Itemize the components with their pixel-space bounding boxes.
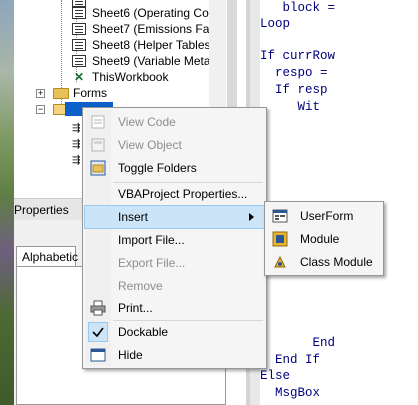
worksheet-icon — [72, 0, 86, 7]
tree-item-label: Sheet6 (Operating Cost) — [92, 6, 209, 20]
menu-item-label: Print... — [118, 301, 153, 315]
collapse-icon[interactable]: − — [36, 105, 45, 114]
checkmark-icon — [88, 322, 108, 342]
menu-item-view-code[interactable]: View Code — [85, 111, 264, 133]
tree-item-label: Sheet8 (Helper Tables) — [92, 38, 209, 52]
menu-item-label: Export File... — [118, 256, 186, 270]
excel-workbook-icon: ✕ — [73, 70, 85, 84]
menu-item-label: Import File... — [118, 233, 185, 247]
view-code-icon — [90, 114, 106, 130]
menu-item-label: Class Module — [300, 255, 373, 269]
userform-icon — [272, 208, 288, 224]
tree-folder-forms[interactable]: + Forms — [36, 85, 156, 101]
view-object-icon — [90, 137, 106, 153]
class-module-icon — [272, 254, 288, 270]
menu-item-vbaproject-properties[interactable]: VBAProject Properties... — [85, 183, 264, 205]
code-line: Wit — [260, 100, 321, 114]
tree-item-label: Sheet9 (Variable Meta-a — [92, 54, 209, 68]
printer-icon — [90, 300, 106, 316]
menu-item-label: VBAProject Properties... — [118, 187, 248, 201]
expand-icon[interactable]: + — [36, 89, 45, 98]
menu-item-label: Module — [300, 232, 340, 246]
menu-item-label: Toggle Folders — [118, 161, 197, 175]
menu-item-export-file[interactable]: Export File... — [85, 252, 264, 274]
worksheet-icon — [72, 55, 86, 67]
menu-item-print[interactable]: Print... — [85, 297, 264, 319]
menu-item-hide[interactable]: Hide — [85, 344, 264, 366]
menu-item-label: Remove — [118, 279, 163, 293]
hide-window-icon — [90, 347, 106, 363]
menu-item-toggle-folders[interactable]: Toggle Folders — [85, 157, 264, 179]
worksheet-icon — [72, 7, 86, 19]
code-line: MsgBox — [260, 386, 321, 400]
menu-item-label: Dockable — [118, 325, 169, 339]
tree-item-label: Sheet7 (Emissions Facto — [92, 22, 209, 36]
folder-icon — [53, 88, 69, 99]
menu-item-label: Insert — [118, 210, 149, 224]
menu-item-import-file[interactable]: Import File... — [85, 229, 264, 251]
worksheet-icon — [72, 23, 86, 35]
module-icon: ⇶ — [72, 155, 81, 166]
menu-item-remove[interactable]: Remove — [85, 275, 264, 297]
menu-item-label: View Object — [118, 138, 182, 152]
menu-item-label: View Code — [118, 115, 176, 129]
context-menu: View Code View Object Toggle Folders VBA… — [82, 107, 267, 369]
tab-alphabetic[interactable]: Alphabetic — [16, 246, 79, 267]
desktop-background — [0, 0, 14, 405]
menu-item-class-module[interactable]: Class Module — [267, 251, 381, 273]
module-icon — [272, 231, 288, 247]
menu-item-insert[interactable]: Insert — [84, 205, 265, 229]
menu-item-module[interactable]: Module — [267, 228, 381, 250]
menu-item-label: Hide — [118, 348, 143, 362]
submenu-arrow-icon — [249, 213, 254, 221]
properties-title: Properties — [14, 203, 69, 217]
menu-item-dockable[interactable]: Dockable — [85, 321, 264, 343]
tree-item-label: ThisWorkbook — [92, 70, 169, 84]
code-line: Loop — [260, 17, 291, 31]
insert-submenu: UserForm Module Class Module — [264, 201, 384, 276]
menu-item-userform[interactable]: UserForm — [267, 205, 381, 227]
module-icon: ⇶ — [72, 139, 81, 150]
menu-item-label: UserForm — [300, 209, 354, 223]
menu-item-view-object[interactable]: View Object — [85, 134, 264, 156]
tree-folder-label: Forms — [73, 86, 107, 100]
worksheet-icon — [72, 39, 86, 51]
tab-alphabetic-label: Alphabetic — [22, 250, 79, 264]
folder-toggle-icon — [90, 160, 106, 176]
module-icon: ⇶ — [72, 123, 81, 134]
